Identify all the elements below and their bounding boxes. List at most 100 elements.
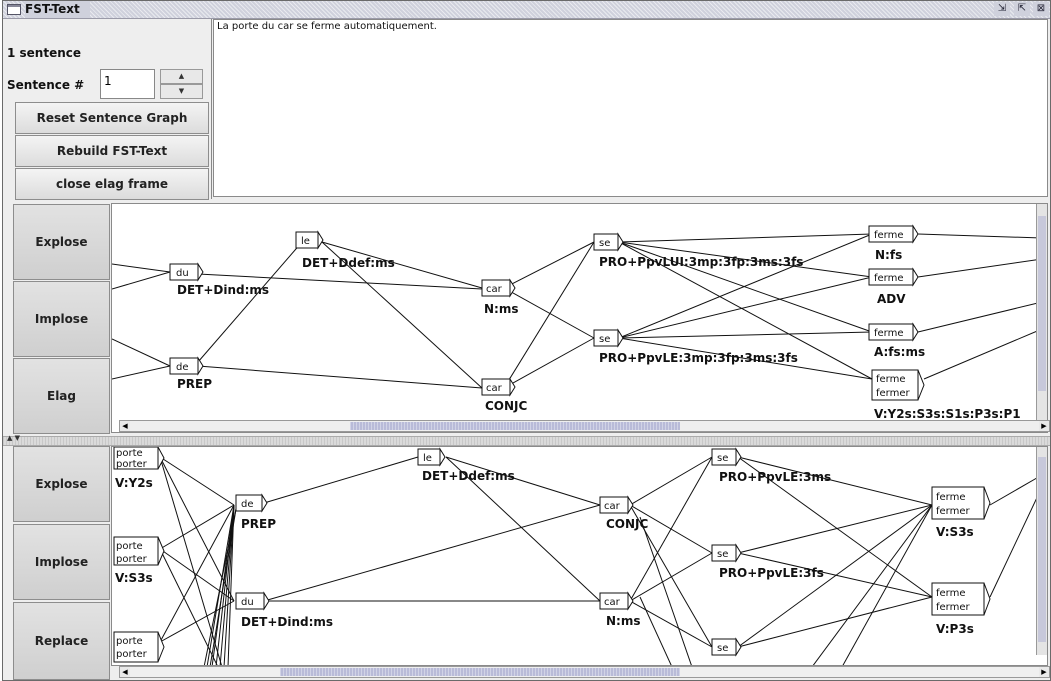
- graph-node[interactable]: porte porter: [113, 631, 165, 663]
- scroll-left-icon[interactable]: ◀: [120, 421, 130, 431]
- graph-node[interactable]: ferme: [868, 267, 919, 287]
- svg-text:ferme: ferme: [874, 328, 904, 339]
- graph-node-label: V:S3s: [115, 571, 153, 585]
- graph-node-label: PRO+PpvLE:3ms: [719, 470, 831, 484]
- graph-node[interactable]: le: [295, 230, 324, 250]
- window-icon: [7, 4, 21, 15]
- sentence-number-field[interactable]: 1: [100, 69, 155, 99]
- scroll-thumb[interactable]: [280, 668, 680, 676]
- graph-node[interactable]: le: [417, 447, 446, 467]
- scroll-thumb[interactable]: [350, 422, 680, 430]
- bottom-graph-nodes: porteporter V:Y2s porteporter V:S3s port…: [113, 447, 991, 663]
- bottom-horizontal-scrollbar[interactable]: ◀ ▶: [119, 666, 1050, 678]
- bottom-graph-canvas: porteporter V:Y2s porteporter V:S3s port…: [113, 447, 1043, 665]
- graph-node[interactable]: ferme fermer: [931, 582, 991, 616]
- graph-node[interactable]: se: [711, 543, 742, 563]
- graph-node-label: PRO+PpvLE:3fs: [719, 566, 824, 580]
- spinner-up-icon[interactable]: ▲: [160, 69, 203, 84]
- scroll-left-icon[interactable]: ◀: [120, 667, 130, 677]
- svg-text:ferme: ferme: [874, 273, 904, 284]
- graph-node-label: N:ms: [606, 614, 641, 628]
- graph-node[interactable]: du: [235, 591, 270, 611]
- graph-node-label: V:P3s: [936, 622, 974, 636]
- graph-node-label: DET+Ddef:ms: [302, 256, 395, 270]
- graph-node-label: DET+Dind:ms: [241, 615, 333, 629]
- graph-node-label: CONJC: [606, 517, 649, 531]
- svg-text:de: de: [241, 499, 254, 510]
- replace-button[interactable]: Replace: [13, 602, 110, 680]
- svg-text:le: le: [423, 453, 432, 464]
- rebuild-fst-text-button[interactable]: Rebuild FST-Text: [15, 135, 209, 167]
- graph-node[interactable]: se: [711, 447, 742, 467]
- svg-text:car: car: [604, 597, 621, 608]
- svg-text:fermer: fermer: [936, 602, 971, 613]
- svg-text:ferme: ferme: [876, 374, 906, 385]
- svg-text:du: du: [241, 597, 254, 608]
- svg-text:ferme: ferme: [936, 492, 966, 503]
- sentence-text-area[interactable]: La porte du car se ferme automatiquement…: [213, 19, 1048, 197]
- svg-text:porte: porte: [116, 636, 143, 647]
- svg-text:de: de: [176, 362, 189, 373]
- top-vertical-scrollbar[interactable]: [1036, 204, 1047, 422]
- svg-text:porte: porte: [116, 541, 143, 552]
- graph-node-label: V:Y2s:S3s:S1s:P3s:P1: [874, 407, 1021, 421]
- svg-text:se: se: [599, 238, 610, 249]
- svg-text:fermer: fermer: [936, 506, 971, 517]
- title-bar[interactable]: FST-Text ⇲ ⇱ ⊠: [3, 1, 1050, 19]
- reset-sentence-graph-button[interactable]: Reset Sentence Graph: [15, 102, 209, 134]
- sentence-number-label: Sentence #: [7, 78, 85, 92]
- panel-splitter[interactable]: ▲ ▼: [3, 434, 1050, 446]
- graph-node[interactable]: car: [599, 591, 634, 611]
- graph-node[interactable]: de: [169, 356, 204, 376]
- graph-node[interactable]: car: [481, 377, 516, 397]
- svg-text:se: se: [717, 549, 728, 560]
- fst-text-window: FST-Text ⇲ ⇱ ⊠ 1 sentence Sentence # 1 ▲…: [2, 0, 1051, 681]
- sentence-count: 1 sentence: [7, 46, 82, 60]
- svg-text:porter: porter: [116, 459, 148, 470]
- graph-node[interactable]: car: [481, 278, 516, 298]
- bottom-vertical-scrollbar[interactable]: [1036, 447, 1047, 655]
- top-horizontal-scrollbar[interactable]: ◀ ▶: [119, 420, 1050, 432]
- scroll-right-icon[interactable]: ▶: [1039, 667, 1049, 677]
- graph-node[interactable]: porte porter: [113, 536, 165, 566]
- minimize-icon[interactable]: ⇲: [994, 2, 1010, 16]
- svg-text:du: du: [176, 268, 189, 279]
- graph-node[interactable]: ferme: [868, 224, 919, 244]
- svg-text:ferme: ferme: [936, 588, 966, 599]
- implose-button[interactable]: Implose: [13, 524, 110, 600]
- explose-button[interactable]: Explose: [13, 446, 110, 522]
- maximize-icon[interactable]: ⇱: [1014, 2, 1030, 16]
- svg-text:porte: porte: [116, 448, 143, 459]
- window-title: FST-Text: [25, 1, 90, 18]
- graph-node-label: V:Y2s: [115, 476, 153, 490]
- sentence-controls: 1 sentence Sentence # 1 ▲ ▼ Reset Senten…: [3, 19, 212, 200]
- graph-node[interactable]: se: [593, 232, 624, 252]
- graph-node[interactable]: de: [235, 493, 268, 513]
- scroll-thumb[interactable]: [1038, 457, 1046, 642]
- graph-node-label: V:S3s: [936, 525, 974, 539]
- graph-node[interactable]: porteporter: [113, 447, 165, 470]
- svg-text:porter: porter: [116, 554, 148, 565]
- scroll-right-icon[interactable]: ▶: [1039, 421, 1049, 431]
- graph-node[interactable]: car: [599, 495, 634, 515]
- close-icon[interactable]: ⊠: [1033, 2, 1049, 16]
- close-elag-frame-button[interactable]: close elag frame: [15, 168, 209, 200]
- elag-button[interactable]: Elag: [13, 358, 110, 434]
- implose-button[interactable]: Implose: [13, 281, 110, 357]
- graph-node[interactable]: ferme fermer: [931, 486, 991, 520]
- graph-node[interactable]: du: [169, 262, 204, 282]
- svg-text:le: le: [301, 236, 310, 247]
- svg-text:porter: porter: [116, 649, 148, 660]
- svg-text:se: se: [717, 643, 728, 654]
- svg-text:se: se: [599, 334, 610, 345]
- graph-node[interactable]: se: [711, 637, 742, 657]
- graph-node[interactable]: se: [593, 328, 624, 348]
- scroll-thumb[interactable]: [1038, 216, 1046, 391]
- graph-node-label: DET+Ddef:ms: [422, 469, 515, 483]
- graph-node[interactable]: ferme fermer: [871, 369, 925, 401]
- bottom-graph-edges: [159, 456, 1043, 665]
- spinner-down-icon[interactable]: ▼: [160, 84, 203, 99]
- graph-node[interactable]: ferme: [868, 322, 919, 342]
- top-graph-edges: [112, 233, 1043, 389]
- explose-button[interactable]: Explose: [13, 204, 110, 280]
